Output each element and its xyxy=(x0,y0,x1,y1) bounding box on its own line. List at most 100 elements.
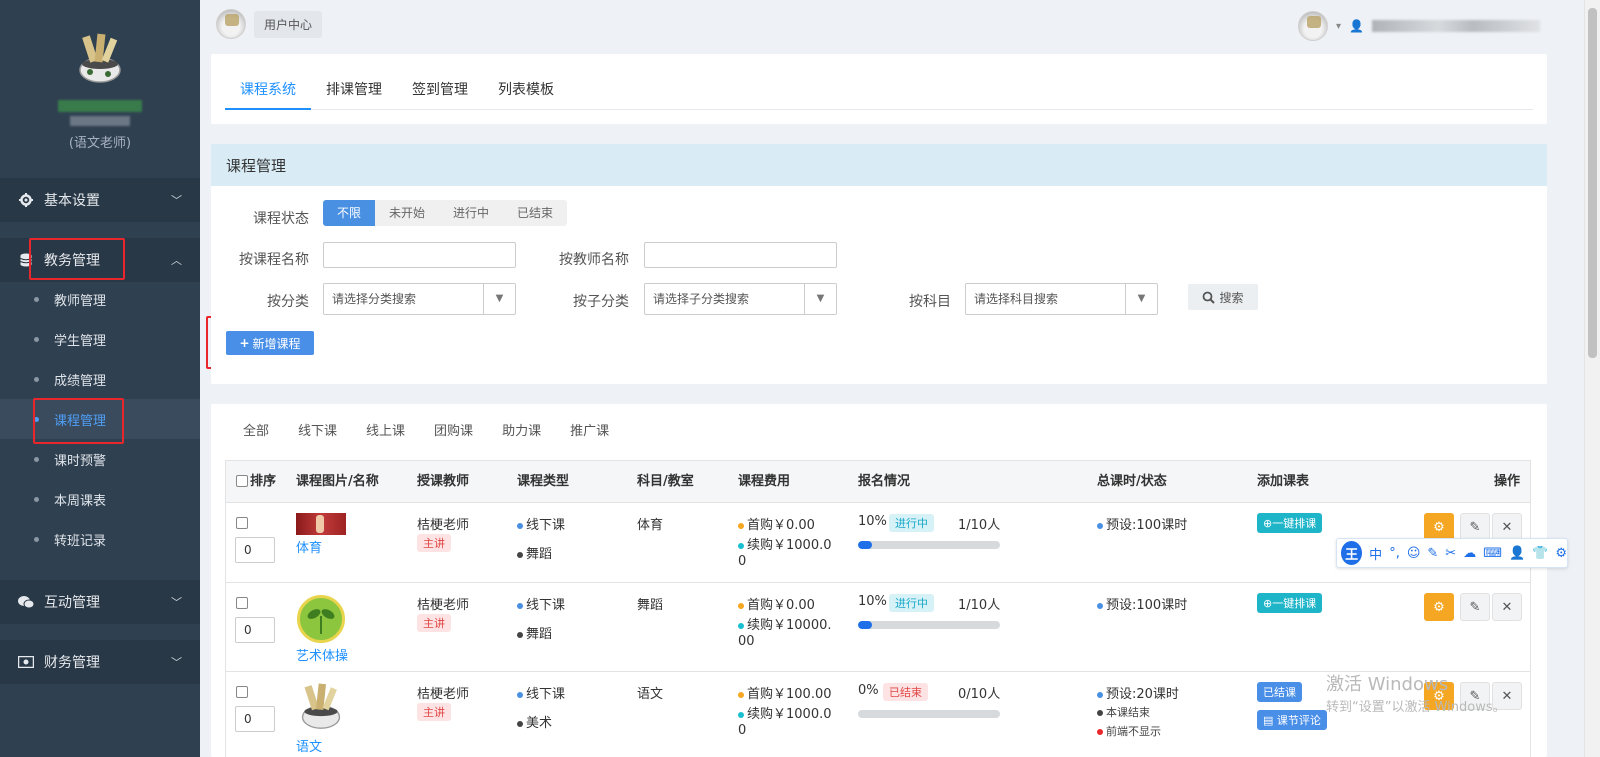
select-all-checkbox[interactable] xyxy=(236,475,248,487)
punctuation-icon[interactable]: °, xyxy=(1389,546,1400,561)
sidebar-item-teachers[interactable]: 教师管理 xyxy=(0,279,200,319)
nav-group-basic-settings[interactable]: 基本设置 ﹀ xyxy=(0,178,200,222)
settings-button[interactable]: ⚙ xyxy=(1424,593,1454,621)
avatar[interactable] xyxy=(76,32,124,84)
skin-icon[interactable]: 👕 xyxy=(1532,546,1548,561)
ime-toolbar[interactable]: 王 中 °, ☺ ✎ ✂ ☁ ⌨ 👤 👕 ⚙ xyxy=(1336,538,1568,568)
bullet-icon xyxy=(738,711,744,718)
header-ops: 操作 xyxy=(1494,474,1521,489)
status-option-ended[interactable]: 已结束 xyxy=(503,200,567,226)
gear-icon[interactable]: ⚙ xyxy=(1555,546,1567,561)
scrollbar-thumb[interactable] xyxy=(1588,8,1597,358)
scissors-icon[interactable]: ✂ xyxy=(1445,546,1456,561)
status-option-all[interactable]: 不限 xyxy=(323,200,376,226)
bullet-icon xyxy=(34,536,39,542)
teacher-name-input[interactable] xyxy=(644,242,837,268)
renewal-fee-cont: 0 xyxy=(738,723,747,738)
gear-icon xyxy=(18,192,34,208)
subject-room: 语文 xyxy=(637,687,664,702)
type-tab-online[interactable]: 线上课 xyxy=(366,420,405,439)
plus-circle-icon: ⊕ xyxy=(1263,517,1273,530)
tab-list-template[interactable]: 列表模板 xyxy=(483,72,569,110)
sort-input[interactable]: 0 xyxy=(235,537,275,563)
course-ended-button[interactable]: 已结课 xyxy=(1257,682,1302,702)
one-click-schedule-button[interactable]: ⊕一键排课 xyxy=(1257,593,1323,613)
top-right-user[interactable]: ▾ 👤 xyxy=(1298,11,1540,41)
bullet-icon xyxy=(517,631,523,638)
status-option-in-progress[interactable]: 进行中 xyxy=(439,200,503,226)
user-id-blurred xyxy=(70,116,130,126)
type-tab-group-buy[interactable]: 团购课 xyxy=(434,420,473,439)
sidebar-item-label: 转班记录 xyxy=(54,533,107,549)
course-name-link[interactable]: 体育 xyxy=(296,537,322,556)
nav-group-finance[interactable]: 财务管理 ﹀ xyxy=(0,640,200,684)
nav-group-academic[interactable]: 教务管理 ︿ xyxy=(0,238,200,282)
subcategory-select[interactable]: 请选择子分类搜索 ▼ xyxy=(644,283,837,315)
nav-group-interaction[interactable]: 互动管理 ﹀ xyxy=(0,580,200,624)
search-button-label: 搜索 xyxy=(1219,290,1244,305)
header-schedule: 添加课表 xyxy=(1257,474,1310,489)
type-tab-all[interactable]: 全部 xyxy=(243,420,269,439)
status-option-not-started[interactable]: 未开始 xyxy=(375,200,439,226)
sidebar-item-courses[interactable]: 课程管理 xyxy=(0,399,200,439)
add-course-button[interactable]: + 新增课程 xyxy=(226,331,314,355)
edit-button[interactable]: ✎ xyxy=(1460,593,1490,621)
ime-language-toggle[interactable]: 中 xyxy=(1369,544,1382,563)
search-button[interactable]: 搜索 xyxy=(1188,284,1258,310)
page-scrollbar[interactable] xyxy=(1584,0,1600,757)
avatar xyxy=(301,683,341,729)
lesson-comment-button[interactable]: ▤ 课节评论 xyxy=(1257,710,1327,730)
first-purchase-fee: 首购￥0.00 xyxy=(747,518,815,533)
course-thumbnail[interactable] xyxy=(296,513,346,535)
avatar[interactable] xyxy=(1298,11,1329,41)
renewal-fee: 续购￥10000. xyxy=(747,618,832,633)
windows-watermark: 激活 Windows xyxy=(1326,674,1449,695)
sort-input[interactable]: 0 xyxy=(235,617,275,643)
one-click-schedule-button[interactable]: ⊕一键排课 xyxy=(1257,513,1323,533)
sidebar-item-grades[interactable]: 成绩管理 xyxy=(0,359,200,399)
row-checkbox[interactable] xyxy=(236,686,248,698)
tab-course-system[interactable]: 课程系统 xyxy=(225,72,311,110)
delete-button[interactable]: ✕ xyxy=(1492,593,1522,621)
subject-select[interactable]: 请选择科目搜索 ▼ xyxy=(965,283,1158,315)
handwriting-icon[interactable]: ✎ xyxy=(1427,546,1438,561)
cloud-icon[interactable]: ☁ xyxy=(1463,546,1476,561)
row-checkbox[interactable] xyxy=(236,597,248,609)
course-thumbnail[interactable] xyxy=(297,595,345,643)
avatar[interactable] xyxy=(216,9,246,39)
tab-scheduling[interactable]: 排课管理 xyxy=(311,72,397,110)
user-center-button[interactable]: 用户中心 xyxy=(254,10,323,38)
bullet-icon xyxy=(34,376,39,382)
category-select[interactable]: 请选择分类搜索 ▼ xyxy=(323,283,516,315)
enroll-percent: 0% xyxy=(858,683,879,698)
sidebar-item-label: 本周课表 xyxy=(54,493,107,509)
settings-button[interactable]: ⚙ xyxy=(1424,513,1454,541)
type-tab-promotion[interactable]: 推广课 xyxy=(570,420,609,439)
course-name-link[interactable]: 艺术体操 xyxy=(296,645,348,664)
type-tab-offline[interactable]: 线下课 xyxy=(298,420,337,439)
subject-room: 舞蹈 xyxy=(637,598,664,613)
chevron-down-icon: ▼ xyxy=(483,284,515,314)
sidebar-item-students[interactable]: 学生管理 xyxy=(0,319,200,359)
emoji-icon[interactable]: ☺ xyxy=(1407,546,1421,561)
enroll-progress-fill xyxy=(858,621,873,629)
sidebar-item-weekly-schedule[interactable]: 本周课表 xyxy=(0,479,200,519)
search-icon xyxy=(1203,291,1216,304)
type-tab-assist[interactable]: 助力课 xyxy=(502,420,541,439)
edit-button[interactable]: ✎ xyxy=(1460,513,1490,541)
course-name-link[interactable]: 语文 xyxy=(296,736,322,755)
enroll-progress-fill xyxy=(858,541,873,549)
tab-checkin[interactable]: 签到管理 xyxy=(397,72,483,110)
sidebar-item-transfer-records[interactable]: 转班记录 xyxy=(0,519,200,559)
sort-input[interactable]: 0 xyxy=(235,706,275,732)
row-checkbox[interactable] xyxy=(236,517,248,529)
course-name-input[interactable] xyxy=(323,242,516,268)
keyboard-icon[interactable]: ⌨ xyxy=(1483,546,1502,561)
delete-button[interactable]: ✕ xyxy=(1492,513,1522,541)
sidebar-item-lesson-warning[interactable]: 课时预警 xyxy=(0,439,200,479)
ime-logo-icon[interactable]: 王 xyxy=(1341,541,1363,565)
subject-room: 体育 xyxy=(637,518,664,533)
category-label: 按分类 xyxy=(267,294,309,310)
course-thumbnail[interactable] xyxy=(298,682,344,730)
user-icon[interactable]: 👤 xyxy=(1509,546,1525,561)
